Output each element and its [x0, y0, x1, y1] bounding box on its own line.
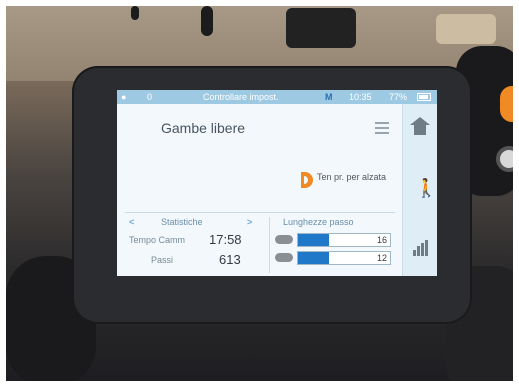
- foot-icon: [275, 253, 293, 262]
- hint-text: Ten pr. per alzata: [317, 172, 387, 182]
- device-screen: ● 0 Controllare impost. M 10:35 77% Gamb…: [117, 90, 437, 276]
- stat-value: 17:58: [209, 232, 242, 247]
- step-length-value: 16: [376, 235, 387, 245]
- bottle: [436, 14, 496, 44]
- chair-leg: [201, 6, 213, 36]
- menu-icon[interactable]: [375, 122, 389, 137]
- chair-leg: [131, 6, 139, 20]
- stat-value: 613: [219, 252, 241, 267]
- walk-button[interactable]: 🚶: [403, 162, 437, 218]
- status-bar: ● 0 Controllare impost. M 10:35 77%: [117, 90, 437, 104]
- orange-button[interactable]: [500, 86, 513, 122]
- status-count: 0: [147, 92, 153, 102]
- bar-fill: [298, 234, 330, 246]
- stat-label: Passi: [151, 255, 174, 265]
- step-length-row: 12: [275, 251, 393, 265]
- step-length-value: 12: [376, 253, 387, 263]
- home-button[interactable]: [403, 104, 437, 160]
- step-length-bar: 12: [297, 251, 391, 265]
- foot-icon: [275, 235, 293, 244]
- next-arrow[interactable]: >: [247, 217, 252, 227]
- step-lengths-title: Lunghezze passo: [283, 217, 354, 227]
- stat-label: Tempo Camm: [129, 235, 186, 245]
- sidebar: 🚶: [402, 104, 437, 276]
- status-mode: M: [325, 92, 333, 102]
- stats-button[interactable]: [403, 220, 437, 276]
- prev-arrow[interactable]: <: [129, 217, 134, 227]
- step-length-bar: 16: [297, 233, 391, 247]
- battery-icon: [417, 93, 431, 101]
- status-battery: 77%: [389, 92, 408, 102]
- divider: [269, 217, 270, 273]
- user-icon: ●: [121, 92, 127, 102]
- wheelchair: [286, 8, 356, 48]
- home-icon: [410, 117, 430, 138]
- step-length-row: 16: [275, 233, 393, 247]
- page-title: Gambe libere: [161, 120, 246, 136]
- chart-icon: [413, 240, 429, 256]
- logo-icon: [301, 172, 313, 188]
- walker-icon: 🚶: [415, 178, 437, 198]
- main-panel: Gambe libere Ten pr. per alzata < Statis…: [117, 104, 402, 276]
- statistics-title: Statistiche: [161, 217, 203, 227]
- info-panel: < Statistiche > Tempo Camm 17:58 Passi 6…: [125, 212, 395, 276]
- status-time: 10:35: [349, 92, 372, 102]
- status-message: Controllare impost.: [203, 92, 279, 102]
- bar-fill: [298, 252, 330, 264]
